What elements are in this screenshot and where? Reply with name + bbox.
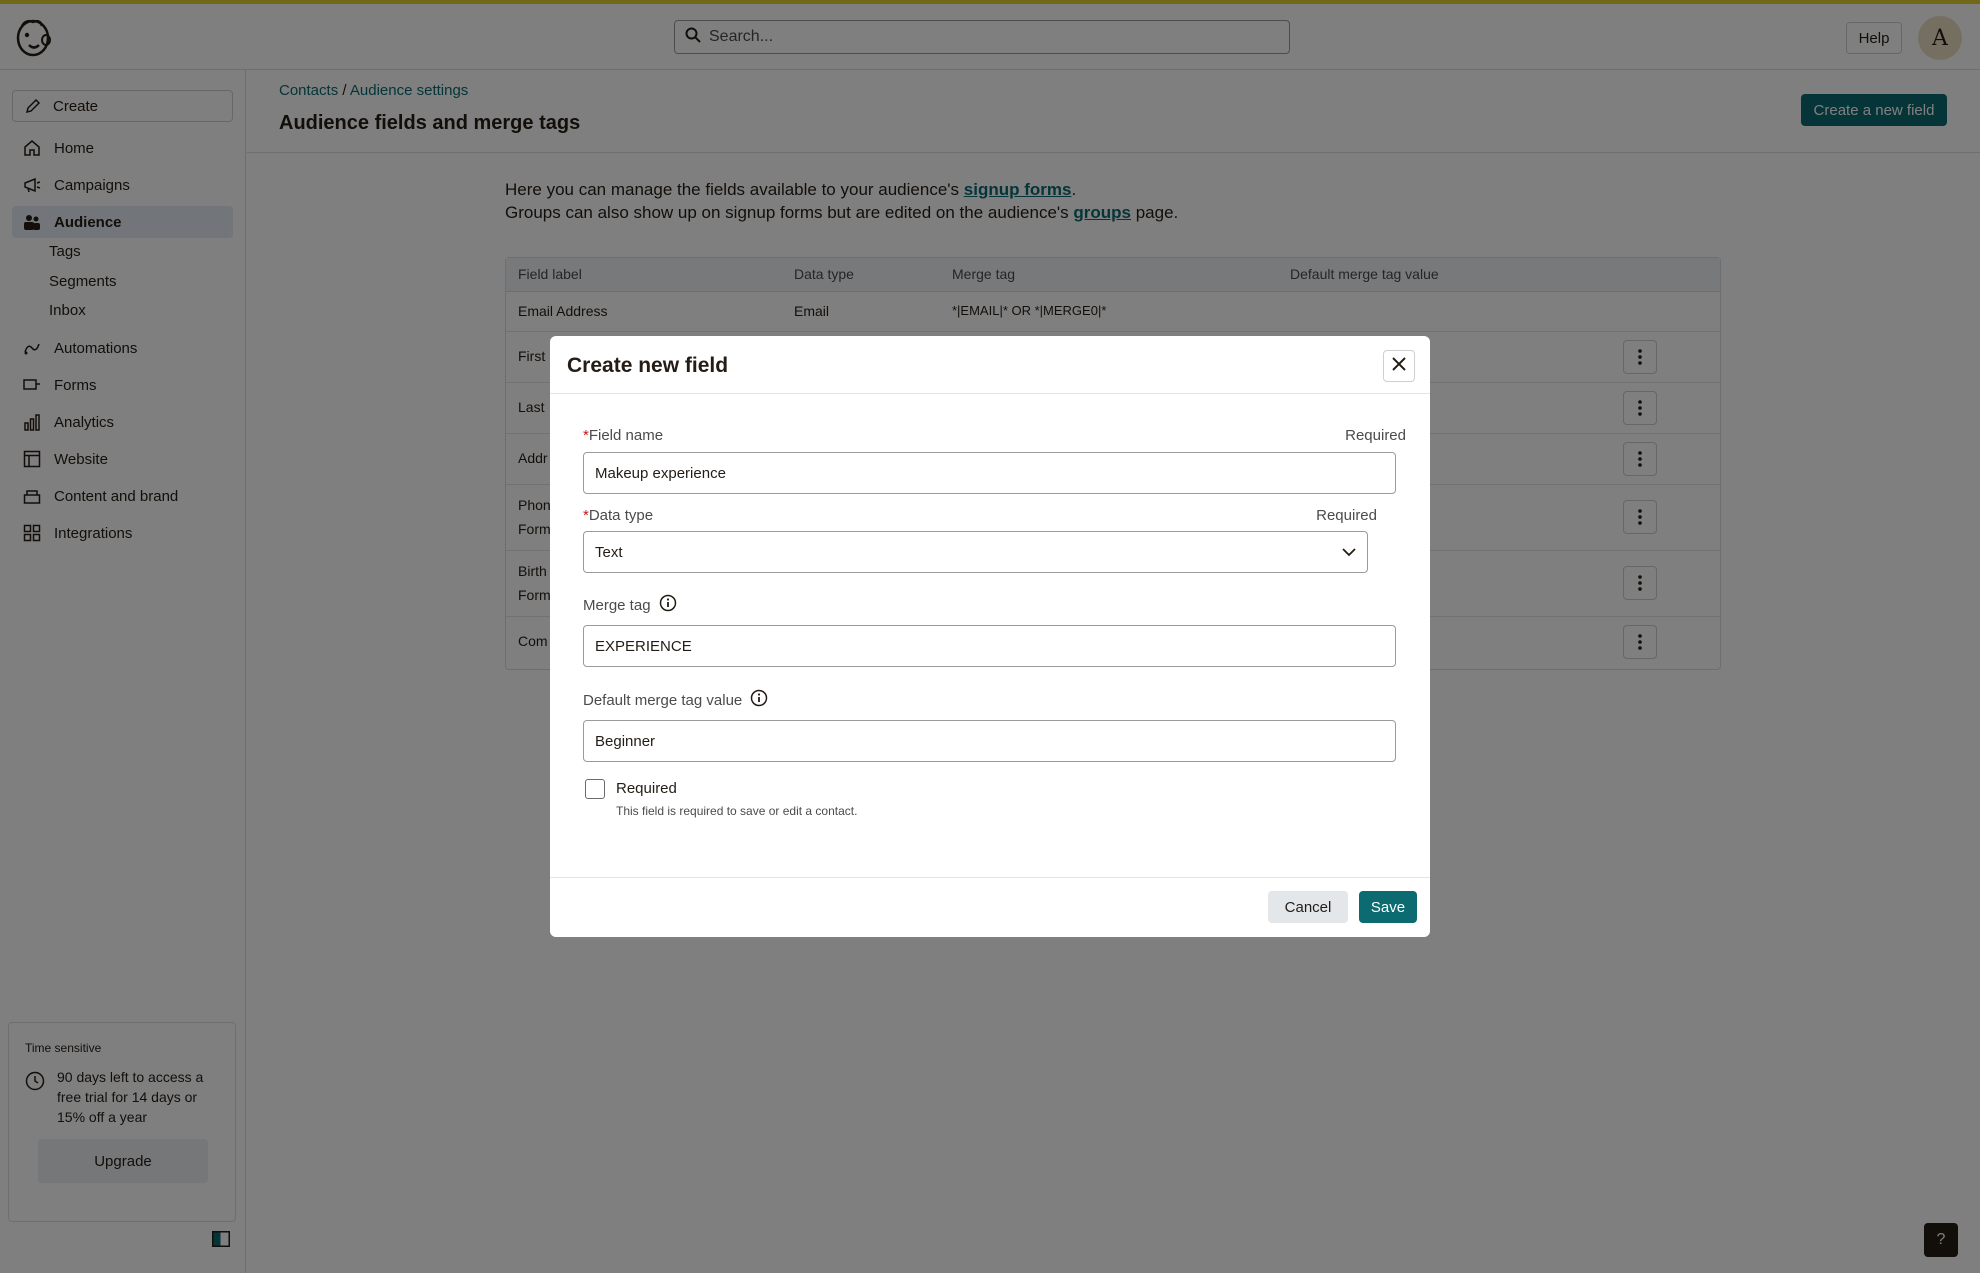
data-type-selected-value: Text — [595, 543, 623, 561]
data-type-label-text: Data type — [588, 507, 654, 524]
create-field-dialog: Create new field *Field name Required Ma… — [550, 336, 1430, 937]
default-merge-tag-value-input[interactable]: Beginner — [583, 720, 1396, 762]
close-icon — [1392, 356, 1406, 376]
dialog-header-divider — [550, 393, 1430, 394]
default-merge-tag-value-label: Default merge tag value — [583, 689, 768, 711]
field-name-required-text: Required — [1345, 427, 1406, 444]
default-value-label-text: Default merge tag value — [583, 691, 743, 709]
merge-tag-label: Merge tag — [583, 594, 677, 616]
data-type-required-text: Required — [1316, 507, 1377, 524]
field-name-label: *Field name — [583, 427, 663, 444]
chevron-down-icon — [1341, 544, 1357, 564]
required-checkbox-help: This field is required to save or edit a… — [616, 804, 858, 818]
field-name-input[interactable]: Makeup experience — [583, 452, 1396, 494]
dialog-title: Create new field — [567, 354, 729, 377]
close-button[interactable] — [1383, 350, 1415, 382]
field-name-label-text: Field name — [588, 427, 664, 444]
info-icon[interactable] — [750, 689, 768, 711]
data-type-select[interactable]: Text — [583, 531, 1368, 573]
data-type-label: *Data type — [583, 507, 653, 524]
required-checkbox[interactable] — [585, 779, 605, 799]
cancel-button[interactable]: Cancel — [1268, 891, 1348, 923]
info-icon[interactable] — [659, 594, 677, 616]
merge-tag-label-text: Merge tag — [583, 596, 651, 614]
merge-tag-input[interactable]: EXPERIENCE — [583, 625, 1396, 667]
dialog-footer-divider — [550, 877, 1430, 878]
required-checkbox-label: Required — [616, 780, 677, 797]
save-button[interactable]: Save — [1359, 891, 1417, 923]
